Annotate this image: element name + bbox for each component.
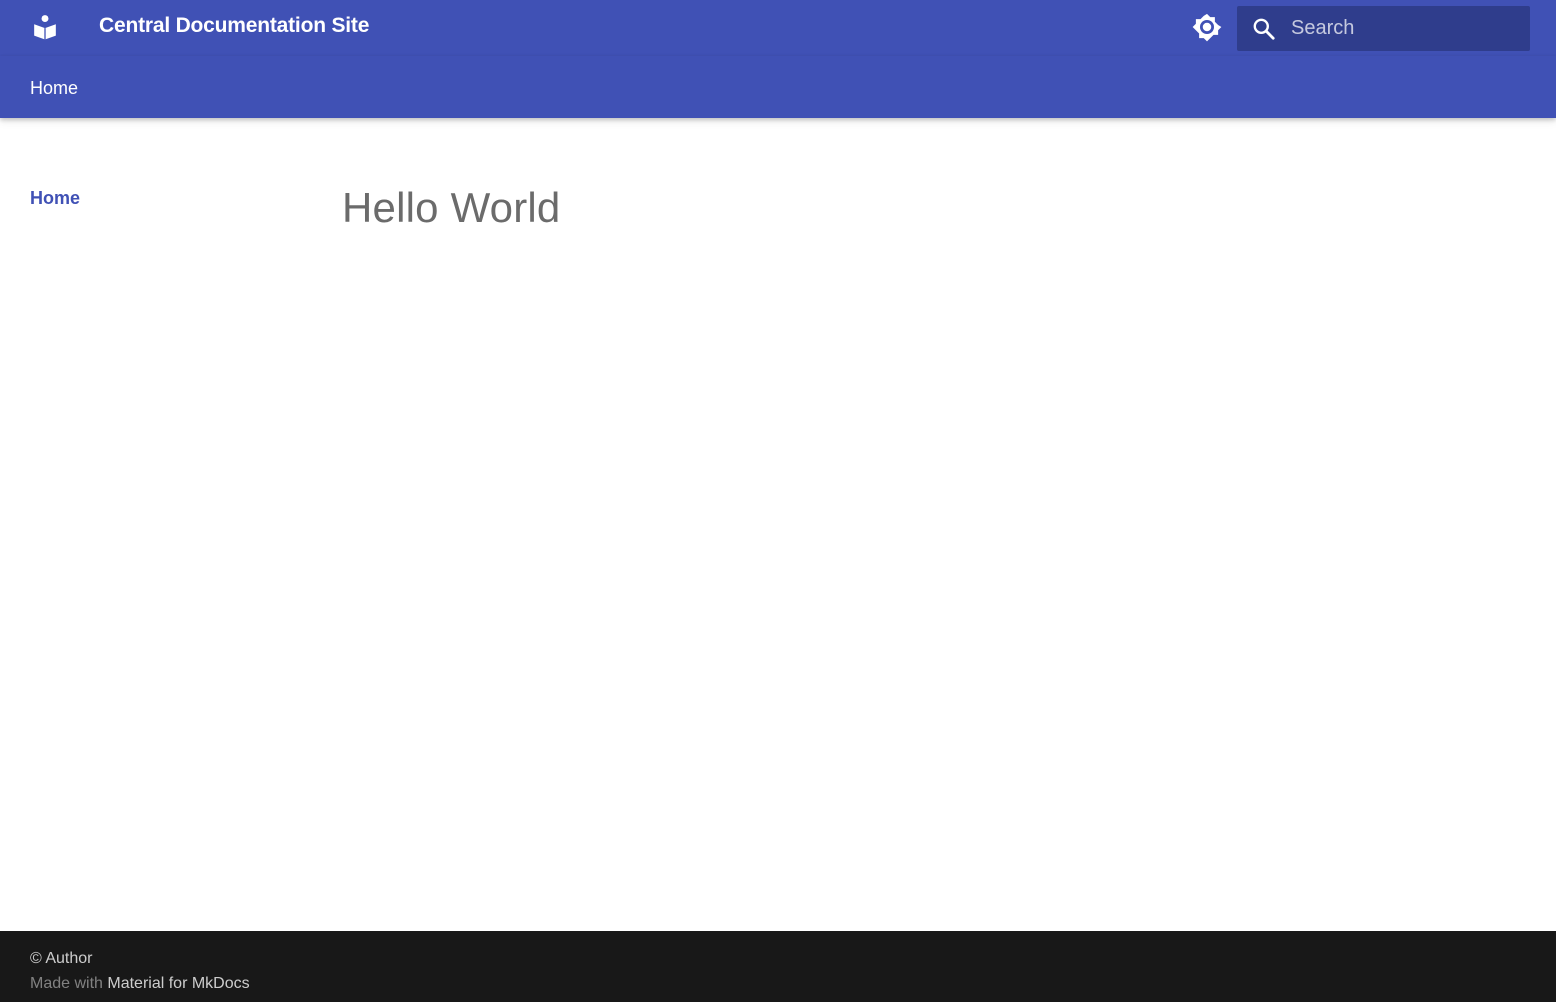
search-icon [1253,18,1275,40]
search-box[interactable] [1237,6,1530,51]
logo-link[interactable] [30,12,60,42]
search-input[interactable] [1291,6,1521,51]
brightness-icon [1192,13,1222,42]
tab-home[interactable]: Home [30,78,78,99]
theme-toggle-button[interactable] [1190,10,1224,44]
sidebar-item-home[interactable]: Home [30,188,80,209]
footer-made-with: Made with Material for MkDocs [30,975,250,993]
page-title: Hello World [342,184,561,231]
made-with-prefix: Made with [30,975,103,992]
site-footer: © Author Made with Material for MkDocs [0,931,1556,1002]
footer-copyright: © Author [30,950,93,967]
main-content: Home Hello World [0,118,1556,931]
site-header: Central Documentation Site [0,0,1556,56]
material-mkdocs-link[interactable]: Material for MkDocs [107,975,249,992]
site-title: Central Documentation Site [99,14,370,37]
page: Central Documentation Site Home Home Hel… [0,0,1556,1002]
tabs-bar: Home [0,56,1556,118]
book-reader-icon [34,15,56,40]
